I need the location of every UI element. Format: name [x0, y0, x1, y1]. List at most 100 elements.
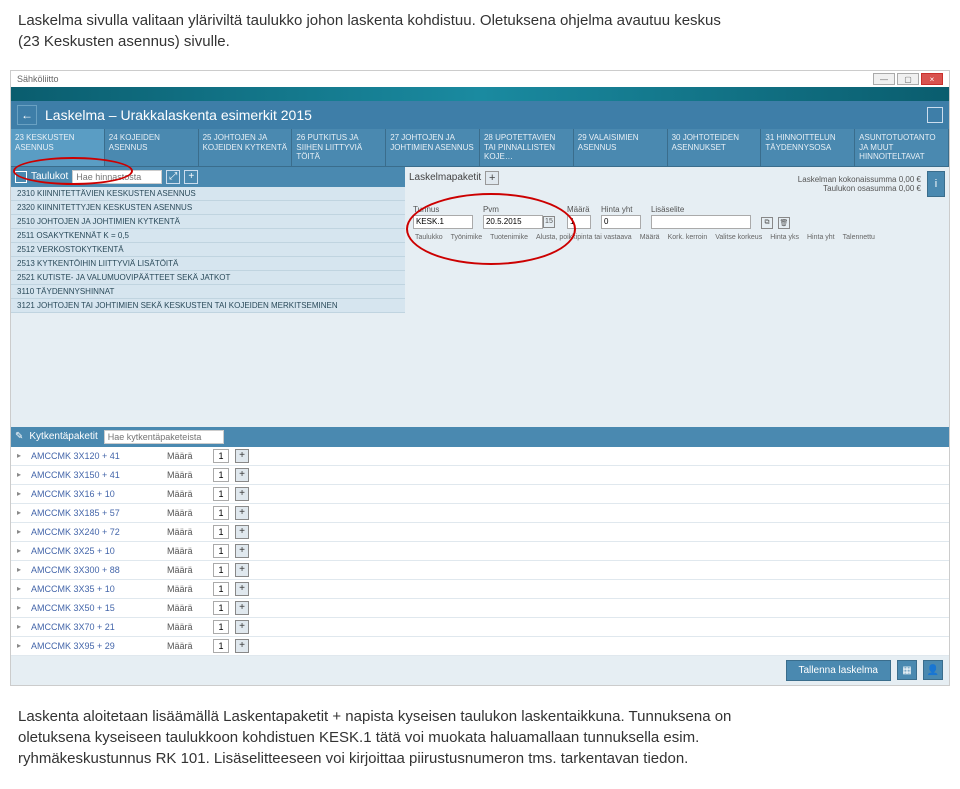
tab-item[interactable]: 31 HINNOITTELUN TÄYDENNYSOSA	[761, 129, 855, 166]
taulukko-row[interactable]: 3110 TÄYDENNYSHINNAT	[11, 285, 405, 299]
kp-name[interactable]: AMCCMK 3X25 + 10	[31, 546, 161, 556]
maximize-button[interactable]: ▢	[897, 73, 919, 85]
kp-add-button[interactable]: +	[235, 449, 249, 463]
search-kytkentapaketit-input[interactable]	[104, 430, 224, 444]
kp-name[interactable]: AMCCMK 3X50 + 15	[31, 603, 161, 613]
tab-item[interactable]: 26 PUTKITUS JA SIIHEN LIITTYVIÄ TÖITÄ	[292, 129, 386, 166]
kp-add-button[interactable]: +	[235, 582, 249, 596]
tunnus-input[interactable]	[413, 215, 473, 229]
kp-name[interactable]: AMCCMK 3X95 + 29	[31, 641, 161, 651]
expand-row-icon[interactable]: ▸	[17, 603, 25, 612]
kp-name[interactable]: AMCCMK 3X16 + 10	[31, 489, 161, 499]
hinta-input[interactable]	[601, 215, 641, 229]
kp-name[interactable]: AMCCMK 3X70 + 21	[31, 622, 161, 632]
kp-qty-input[interactable]	[213, 506, 229, 520]
kytkentapaketti-row: ▸ AMCCMK 3X35 + 10 Määrä +	[11, 580, 949, 599]
kp-add-button[interactable]: +	[235, 563, 249, 577]
taulukko-row[interactable]: 2511 OSAKYTKENNÄT k = 0,5	[11, 229, 405, 243]
taulukko-row[interactable]: 3121 JOHTOJEN TAI JOHTIMIEN SEKÄ KESKUST…	[11, 299, 405, 313]
tab-item[interactable]: 25 JOHTOJEN JA KOJEIDEN KYTKENTÄ	[199, 129, 293, 166]
tab-item[interactable]: ASUNTOTUOTANTO JA MUUT HINNOITELTAVAT	[855, 129, 949, 166]
kp-name[interactable]: AMCCMK 3X300 + 88	[31, 565, 161, 575]
taulukko-row[interactable]: 2320 KIINNITETTYJEN KESKUSTEN ASENNUS	[11, 201, 405, 215]
tab-item[interactable]: 24 KOJEIDEN ASENNUS	[105, 129, 199, 166]
kp-qty-input[interactable]	[213, 468, 229, 482]
kp-qty-input[interactable]	[213, 525, 229, 539]
kp-name[interactable]: AMCCMK 3X240 + 72	[31, 527, 161, 537]
expand-row-icon[interactable]: ▸	[17, 489, 25, 498]
expand-row-icon[interactable]: ▸	[17, 470, 25, 479]
expand-row-icon[interactable]: ▸	[17, 641, 25, 650]
tab-item[interactable]: 29 VALAISIMIEN ASENNUS	[574, 129, 668, 166]
calendar-icon[interactable]: 15	[543, 216, 555, 228]
expand-row-icon[interactable]: ▸	[17, 584, 25, 593]
taulukko-row[interactable]: 2310 KIINNITETTÄVIEN KESKUSTEN ASENNUS	[11, 187, 405, 201]
kp-add-button[interactable]: +	[235, 468, 249, 482]
info-button[interactable]: i	[927, 171, 945, 197]
kytkentapaketit-grid: ▸ AMCCMK 3X120 + 41 Määrä + ▸ AMCCMK 3X150 + …	[11, 447, 949, 656]
delete-icon[interactable]: 🗑	[778, 217, 790, 229]
taulukko-row[interactable]: 2513 KYTKENTÖIHIN LIITTYVIÄ LISÄTÖITÄ	[11, 257, 405, 271]
expand-icon[interactable]: ⤢	[166, 170, 180, 184]
expand-row-icon[interactable]: ▸	[17, 508, 25, 517]
kytkentapaketti-row: ▸AMCCMK 3X150 + 41Määrä+	[11, 466, 949, 485]
kp-name[interactable]: AMCCMK 3X150 + 41	[31, 470, 161, 480]
expand-row-icon[interactable]: ▸	[17, 565, 25, 574]
column-header: Kork. kerroin	[666, 233, 710, 242]
kp-name[interactable]: AMCCMK 3X120 + 41	[31, 451, 161, 461]
kp-add-button[interactable]: +	[235, 544, 249, 558]
kp-add-button[interactable]: +	[235, 601, 249, 615]
kp-maara-label: Määrä	[167, 565, 207, 575]
kytkentapaketti-row: ▸ AMCCMK 3X300 + 88 Määrä +	[11, 561, 949, 580]
expand-row-icon[interactable]: ▸	[17, 451, 25, 460]
kp-maara-label: Määrä	[167, 584, 207, 594]
expand-row-icon[interactable]: ▸	[17, 546, 25, 555]
add-laskelmapaketti-button[interactable]: +	[485, 171, 499, 185]
taulukko-row[interactable]: 2510 JOHTOJEN JA JOHTIMIEN KYTKENTÄ	[11, 215, 405, 229]
kp-qty-input[interactable]	[213, 582, 229, 596]
taulukko-row[interactable]: 2521 KUTISTE- JA VALUMUOVIPÄÄTTEET SEKÄ …	[11, 271, 405, 285]
kytkentapaketit-header: ✎ Kytkentäpaketit	[11, 427, 949, 447]
tab-item[interactable]: 28 UPOTETTAVIEN TAI PINNALLISTEN KOJE…	[480, 129, 574, 166]
tab-item[interactable]: 23 KESKUSTEN ASENNUS	[11, 129, 105, 166]
search-hinnasto-input[interactable]	[72, 170, 162, 184]
tab-item[interactable]: 27 JOHTOJEN JA JOHTIMIEN ASENNUS	[386, 129, 480, 166]
kp-qty-input[interactable]	[213, 563, 229, 577]
column-header: Talennettu	[841, 233, 877, 242]
kp-qty-input[interactable]	[213, 620, 229, 634]
tab-item[interactable]: 30 JOHTOTEIDEN ASENNUKSET	[668, 129, 762, 166]
expand-row-icon[interactable]: ▸	[17, 527, 25, 536]
kp-qty-input[interactable]	[213, 544, 229, 558]
tab-row: 23 KESKUSTEN ASENNUS24 KOJEIDEN ASENNUS2…	[11, 129, 949, 167]
save-button[interactable]: Tallenna laskelma	[786, 660, 892, 681]
kytkentapaketit-title: Kytkentäpaketit	[29, 431, 97, 442]
close-button[interactable]: ×	[921, 73, 943, 85]
pvm-input[interactable]	[483, 215, 543, 229]
header-background	[11, 87, 949, 101]
kp-qty-input[interactable]	[213, 639, 229, 653]
kp-qty-input[interactable]	[213, 601, 229, 615]
kp-add-button[interactable]: +	[235, 525, 249, 539]
lisaselite-input[interactable]	[651, 215, 751, 229]
back-button[interactable]: ←	[17, 105, 37, 125]
kp-qty-input[interactable]	[213, 449, 229, 463]
footer-action-2-icon[interactable]: 👤	[923, 660, 943, 680]
kp-qty-input[interactable]	[213, 487, 229, 501]
kp-add-button[interactable]: +	[235, 506, 249, 520]
kp-add-button[interactable]: +	[235, 620, 249, 634]
add-taulukko-button[interactable]: +	[184, 170, 198, 184]
expand-row-icon[interactable]: ▸	[17, 622, 25, 631]
title-action-icon[interactable]	[927, 107, 943, 123]
taulukko-row[interactable]: 2512 VERKOSTOKYTKENTÄ	[11, 243, 405, 257]
kytkentapaketti-row: ▸AMCCMK 3X25 + 10Määrä+	[11, 542, 949, 561]
minimize-button[interactable]: —	[873, 73, 895, 85]
copy-icon[interactable]: ⧉	[761, 217, 773, 229]
taulukot-title: Taulukot	[31, 171, 68, 182]
kp-maara-label: Määrä	[167, 622, 207, 632]
kp-add-button[interactable]: +	[235, 487, 249, 501]
kp-add-button[interactable]: +	[235, 639, 249, 653]
kp-name[interactable]: AMCCMK 3X185 + 57	[31, 508, 161, 518]
kp-name[interactable]: AMCCMK 3X35 + 10	[31, 584, 161, 594]
maara-input[interactable]	[567, 215, 591, 229]
footer-action-1-icon[interactable]: ▦	[897, 660, 917, 680]
